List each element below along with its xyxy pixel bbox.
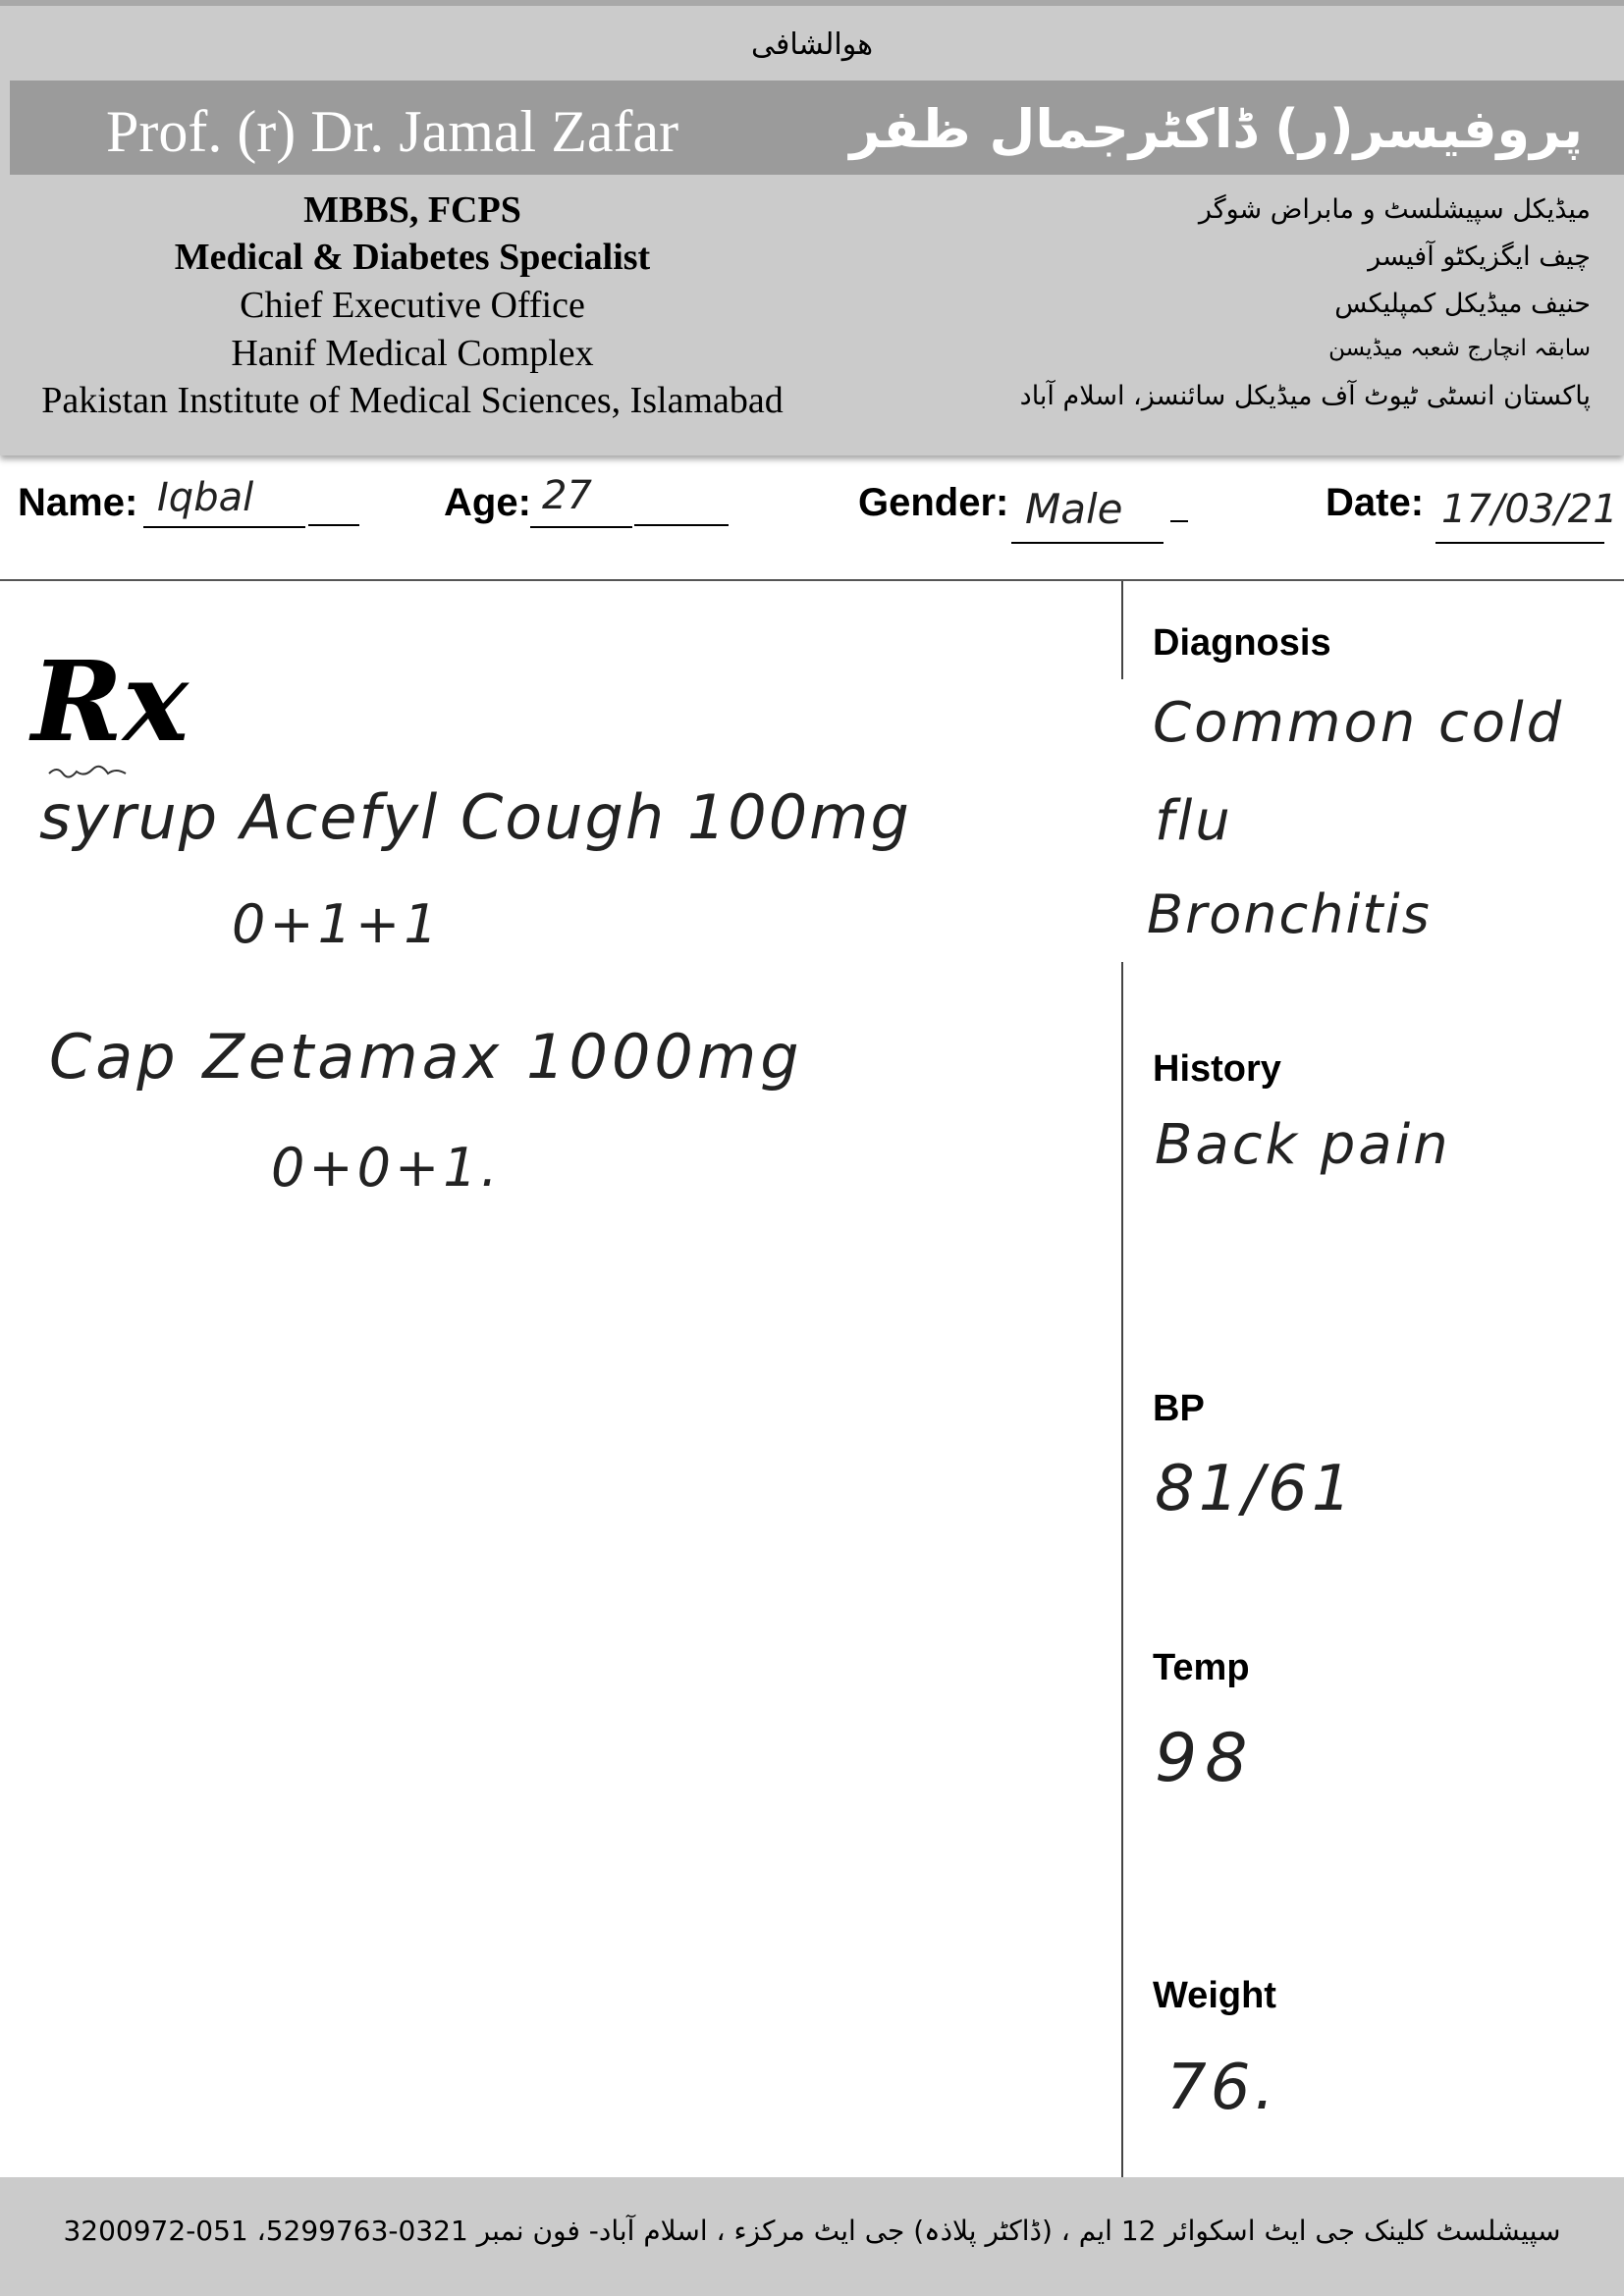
weight-value: 76.	[1166, 2052, 1278, 2124]
credential-urdu-1: میڈیکل سپیشلسٹ و مابراض شوگر	[1198, 194, 1591, 225]
diagnosis-item: Common cold	[1153, 691, 1565, 755]
bp-label: BP	[1153, 1388, 1205, 1429]
sidebar-divider	[1121, 962, 1123, 2177]
footer-address: سپیشلسٹ کلینک جی ایٹ اسکوائر 12 ایم ، (ڈ…	[63, 2215, 1561, 2247]
patient-info-divider	[0, 579, 1624, 581]
diagnosis-label: Diagnosis	[1153, 622, 1331, 664]
credential-urdu-4: سابقہ انچارج شعبہ میڈیسن	[1328, 336, 1591, 361]
credential-urdu-5: پاکستان انسٹی ٹیوٹ آف میڈیکل سائنسز، اسل…	[1019, 381, 1591, 411]
rx-line-2: Cap Zetamax 1000mg	[49, 1021, 803, 1093]
date-value: 17/03/21	[1441, 487, 1618, 532]
gender-field[interactable]: Male	[1011, 473, 1192, 544]
gender-label: Gender:	[858, 481, 1009, 524]
credential-institute: Pakistan Institute of Medical Sciences, …	[41, 380, 784, 421]
gender-value: Male	[1025, 485, 1123, 533]
credential-position: Chief Executive Office	[240, 285, 585, 326]
sidebar-divider-top	[1121, 581, 1123, 679]
diagnosis-field[interactable]: Common cold flu Bronchitis	[1147, 691, 1608, 946]
credential-degree: MBBS, FCPS	[303, 189, 521, 231]
name-field[interactable]: Iqbal	[143, 473, 363, 528]
credential-urdu-3: حنیف میڈیکل کمپلیکس	[1334, 289, 1591, 319]
history-field[interactable]: Back pain	[1147, 1113, 1608, 1201]
prescription-body[interactable]: syrup Acefyl Cough 100mg 0+1+1 Cap Zetam…	[39, 772, 1100, 1199]
bp-field[interactable]: 81/61	[1147, 1449, 1441, 1547]
name-value: Iqbal	[157, 475, 254, 520]
weight-field[interactable]: 76.	[1147, 2048, 1441, 2146]
diagnosis-item: flu	[1155, 789, 1233, 853]
rx-symbol: Rx	[31, 638, 189, 767]
date-label: Date:	[1326, 481, 1425, 524]
rx-line-1: syrup Acefyl Cough 100mg	[39, 781, 911, 853]
bismillah-text: هوالشافی	[750, 27, 874, 62]
temp-label: Temp	[1153, 1647, 1250, 1688]
rx-line-1-dosage: 0+1+1	[232, 893, 442, 955]
doctor-name-urdu: پروفیسر(ر) ڈاکٹرجمال ظفر	[849, 98, 1583, 160]
credential-hospital: Hanif Medical Complex	[231, 333, 594, 374]
bp-value: 81/61	[1155, 1453, 1356, 1525]
doctor-name-english: Prof. (r) Dr. Jamal Zafar	[106, 99, 679, 164]
age-label: Age:	[444, 481, 531, 524]
credential-specialty: Medical & Diabetes Specialist	[174, 237, 651, 278]
temp-value: 98	[1155, 1720, 1256, 1797]
credential-urdu-2: چیف ایگزیکٹو آفیسر	[1368, 241, 1591, 272]
rx-line-2-dosage: 0+0+1.	[271, 1137, 502, 1199]
diagnosis-item: Bronchitis	[1147, 883, 1432, 945]
name-label: Name:	[18, 481, 138, 524]
weight-label: Weight	[1153, 1975, 1276, 2016]
history-value: Back pain	[1155, 1113, 1451, 1177]
history-label: History	[1153, 1048, 1281, 1090]
date-field[interactable]: 17/03/21	[1435, 473, 1618, 544]
temp-field[interactable]: 98	[1147, 1716, 1441, 1814]
age-value: 27	[542, 473, 592, 518]
age-field[interactable]: 27	[530, 473, 731, 528]
